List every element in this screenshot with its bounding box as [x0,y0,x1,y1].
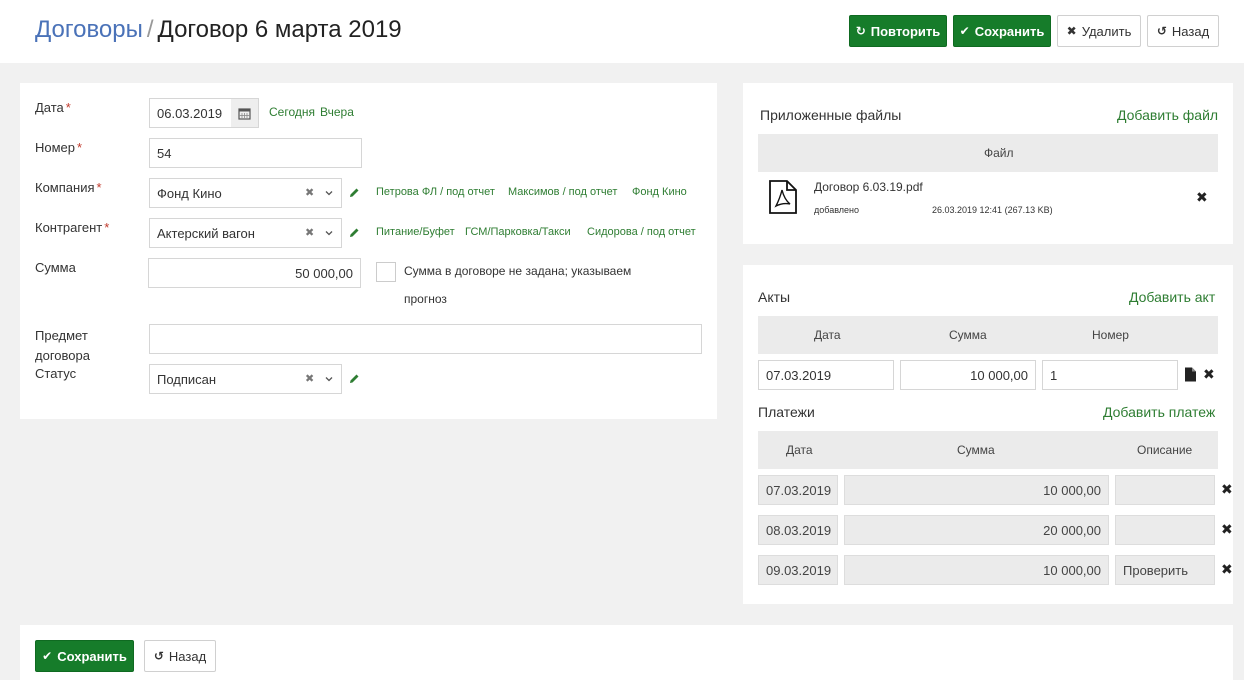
date-input[interactable]: 06.03.2019 [149,98,232,128]
payment-desc-3[interactable]: Проверить [1115,555,1215,585]
pencil-icon[interactable] [348,373,360,385]
footer-back-button[interactable]: ↺ Назад [144,640,216,672]
company-quick-1[interactable]: Петрова ФЛ / под отчет [376,186,495,198]
check-icon: ✔ [42,649,53,663]
close-icon[interactable]: ✖ [305,226,314,239]
counterparty-quick-1[interactable]: Питание/Буфет [376,226,455,238]
undo-icon: ↺ [153,649,164,663]
close-icon[interactable]: ✖ [1196,189,1208,206]
footer-back-label: Назад [168,648,207,664]
footer-save-button[interactable]: ✔ Сохранить [35,640,134,672]
payments-title: Платежи [758,404,815,420]
payment-desc-2[interactable] [1115,515,1215,545]
file-name-link[interactable]: Договор 6.03.19.pdf [814,180,923,194]
calendar-button[interactable] [231,98,259,128]
amount-input[interactable]: 50 000,00 [148,258,361,288]
attached-files-panel: Приложенные файлы Добавить файл Файл Дог… [743,83,1233,244]
add-file-link[interactable]: Добавить файл [1117,107,1218,123]
company-quick-3[interactable]: Фонд Кино [632,186,687,198]
repeat-button[interactable]: ↻ Повторить [849,15,947,47]
close-icon[interactable]: ✖ [1221,561,1233,578]
today-link[interactable]: Сегодня [269,105,315,119]
yesterday-link[interactable]: Вчера [320,105,354,119]
add-payment-link[interactable]: Добавить платеж [1103,404,1215,420]
counterparty-quick-2[interactable]: ГСМ/Парковка/Такси [465,226,571,238]
counterparty-quick-3[interactable]: Сидорова / под отчет [587,226,696,238]
payment-amount-2[interactable]: 20 000,00 [844,515,1109,545]
contract-form-panel: Дата * 06.03.2019 Сегодня Вчера Номер * 54… [20,83,717,419]
payment-amount-3[interactable]: 10 000,00 [844,555,1109,585]
save-button-label: Сохранить [974,23,1045,39]
chevron-down-icon[interactable] [324,374,334,384]
add-act-link[interactable]: Добавить акт [1129,289,1215,305]
footer-bar: ✔ Сохранить ↺ Назад [20,625,1233,680]
page-title: Договоры / Договор 6 марта 2019 [35,16,402,44]
chevron-down-icon[interactable] [324,228,334,238]
amount-label: Сумма [35,260,76,275]
refresh-icon: ↻ [855,24,866,38]
file-meta: 26.03.2019 12:41 (267.13 KB) [932,205,1053,215]
payment-date-3[interactable]: 09.03.2019 [758,555,838,585]
subject-label: Предмет договора [35,328,90,363]
close-icon: ✖ [1066,24,1077,38]
counterparty-label: Контрагент * [35,220,110,235]
payment-date-1[interactable]: 07.03.2019 [758,475,838,505]
check-icon: ✔ [959,24,970,38]
company-quick-2[interactable]: Максимов / под отчет [508,186,617,198]
act-date-input[interactable]: 07.03.2019 [758,360,894,390]
payment-date-2[interactable]: 08.03.2019 [758,515,838,545]
calendar-icon [238,107,251,120]
chevron-down-icon[interactable] [324,188,334,198]
back-button[interactable]: ↺ Назад [1147,15,1219,47]
files-title: Приложенные файлы [760,107,902,123]
page-title-text: Договор 6 марта 2019 [157,16,402,43]
breadcrumb-separator: / [146,16,154,43]
status-label: Статус [35,366,77,381]
number-input[interactable]: 54 [149,138,362,168]
pencil-icon[interactable] [348,227,360,239]
page-header: Договоры / Договор 6 марта 2019 ↻ Повторить… [0,0,1244,63]
amount-not-set-checkbox[interactable] [376,262,396,282]
file-added-label: добавлено [814,205,860,215]
footer-save-label: Сохранить [57,648,127,664]
payments-column-amount: Сумма [957,443,995,457]
amount-checkbox-label: Сумма в договоре не задана; указываем пр… [404,264,632,306]
company-label: Компания * [35,180,102,195]
back-button-label: Назад [1171,23,1210,39]
document-icon[interactable] [1184,367,1197,382]
save-button[interactable]: ✔ Сохранить [953,15,1051,47]
pencil-icon[interactable] [348,187,360,199]
payment-amount-1[interactable]: 10 000,00 [844,475,1109,505]
subject-input[interactable] [149,324,702,354]
acts-column-number: Номер [1092,328,1129,342]
payments-table-header: Дата Сумма Описание [758,431,1218,469]
close-icon[interactable]: ✖ [305,186,314,199]
delete-button-label: Удалить [1081,23,1132,39]
payments-column-date: Дата [786,443,813,457]
breadcrumb-contracts[interactable]: Договоры [35,16,143,43]
files-table-header: Файл [758,134,1218,172]
payment-desc-1[interactable] [1115,475,1215,505]
close-icon[interactable]: ✖ [1221,481,1233,498]
act-number-input[interactable]: 1 [1042,360,1178,390]
close-icon[interactable]: ✖ [1221,521,1233,538]
delete-button[interactable]: ✖ Удалить [1057,15,1141,47]
acts-title: Акты [758,289,791,305]
undo-icon: ↺ [1156,24,1167,38]
repeat-button-label: Повторить [870,23,941,39]
date-label: Дата * [35,100,71,115]
act-amount-input[interactable]: 10 000,00 [900,360,1036,390]
number-label: Номер * [35,140,83,155]
acts-column-date: Дата [814,328,841,342]
pdf-file-icon [769,180,797,214]
close-icon[interactable]: ✖ [1203,366,1215,383]
files-column-file: Файл [984,146,1014,160]
close-icon[interactable]: ✖ [305,372,314,385]
acts-payments-panel: Акты Добавить акт Дата Сумма Номер 07.03… [743,265,1233,604]
acts-column-amount: Сумма [949,328,987,342]
payments-column-description: Описание [1137,443,1193,457]
acts-table-header: Дата Сумма Номер [758,316,1218,354]
